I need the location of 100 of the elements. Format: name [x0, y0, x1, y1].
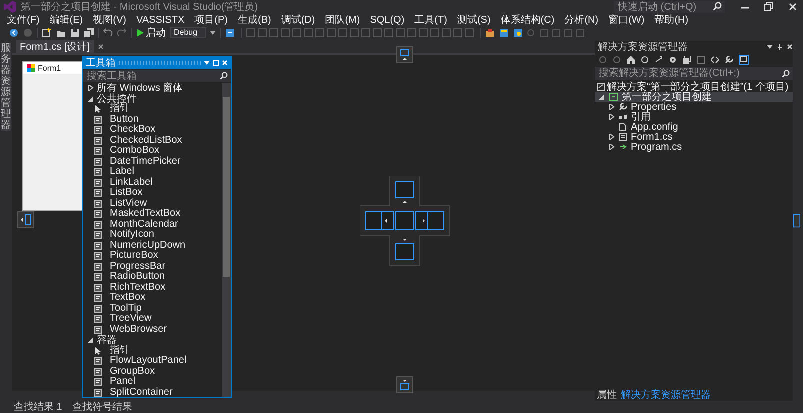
menu-item[interactable]: SQL(Q) [365, 14, 410, 26]
toolbox-item[interactable]: ComboBox [83, 146, 222, 156]
save-icon[interactable] [70, 28, 80, 38]
solution-node[interactable]: 解决方案“第一部分之项目创建”(1 个项目) [595, 82, 793, 92]
copy-icon[interactable] [683, 56, 691, 64]
pin-icon[interactable] [777, 44, 783, 50]
document-tab[interactable]: Form1.cs [设计] [16, 40, 94, 54]
wrench-icon [619, 103, 627, 111]
toolbox-item[interactable]: FlowLayoutPanel [83, 356, 222, 366]
toolbox-item[interactable]: CheckBox [83, 125, 222, 136]
collapsed-arrow-icon[interactable] [609, 104, 615, 110]
control-icon [94, 273, 102, 282]
tree-item[interactable]: 引用 [595, 112, 793, 122]
close-icon[interactable] [787, 44, 793, 50]
collapsed-arrow-icon[interactable] [609, 144, 615, 150]
search-icon [713, 2, 722, 11]
properties-icon[interactable] [499, 28, 509, 38]
collapsed-arrow-icon[interactable] [609, 134, 615, 140]
start-button[interactable]: 启动 [136, 26, 166, 40]
toolbox-item[interactable]: RadioButton [83, 272, 222, 282]
toolbox-item[interactable]: LinkLabel [83, 178, 222, 188]
toolbox-item[interactable]: WebBrowser [83, 324, 222, 335]
home-icon[interactable] [627, 56, 635, 64]
toolbox-item[interactable]: ListBox [83, 188, 222, 198]
dropdown-icon[interactable] [204, 60, 210, 66]
form-icon [27, 64, 35, 72]
toolbox-item[interactable]: NumericUpDown [83, 240, 222, 251]
toolbox-item[interactable]: GroupBox [83, 366, 222, 377]
wrench-icon[interactable] [725, 56, 733, 64]
menu-item[interactable]: VASSISTX [131, 14, 190, 26]
save-all-icon[interactable] [84, 28, 94, 38]
toolbox-item[interactable]: Label [83, 167, 222, 178]
show-all-files-icon[interactable] [697, 56, 705, 64]
tree-item[interactable]: Form1.cs [595, 132, 793, 142]
toolbox-item[interactable]: SplitContainer [83, 388, 222, 398]
tree-item[interactable]: Properties [595, 102, 793, 112]
panel-tab[interactable]: 解决方案资源管理器 [621, 388, 711, 402]
collapsed-arrow-icon[interactable] [88, 85, 94, 92]
panel-tab[interactable]: 属性 [597, 388, 617, 402]
configuration-dropdown[interactable]: Debug [170, 27, 206, 38]
panel-tab[interactable]: 查找符号结果 [72, 400, 132, 413]
solution-search-field[interactable]: 搜索解决方案资源管理器(Ctrl+;) [595, 67, 793, 80]
collapsed-arrow-icon[interactable] [609, 114, 615, 120]
toolbox-item[interactable]: Button [83, 114, 222, 125]
menu-item[interactable]: 体系结构(C) [496, 13, 560, 27]
close-icon[interactable] [98, 44, 104, 50]
expanded-arrow-icon[interactable] [88, 337, 94, 344]
redo-icon[interactable] [117, 28, 127, 38]
toolbox-item[interactable]: MonthCalendar [83, 220, 222, 230]
toolbox-item[interactable]: Panel [83, 377, 222, 388]
scroll-bar[interactable] [222, 83, 231, 397]
menu-item[interactable]: 项目(P) [190, 13, 233, 27]
toolbox-item[interactable]: RichTextBox [83, 282, 222, 293]
menu-item[interactable]: 编辑(E) [44, 13, 88, 27]
side-tab[interactable]: 服务器资源管理器 [1, 43, 11, 131]
menu-item[interactable]: 团队(M) [320, 13, 366, 27]
tree-item[interactable]: App.config [595, 122, 793, 132]
toolbox-category[interactable]: 公共控件 [83, 94, 222, 104]
menu-item[interactable]: 工具(T) [410, 13, 452, 27]
toolbox-item[interactable]: ProgressBar [83, 262, 222, 272]
find-icon[interactable] [225, 28, 237, 38]
toolbox-item[interactable]: NotifyIcon [83, 230, 222, 240]
toolbox-item[interactable]: TextBox [83, 293, 222, 304]
gear-icon[interactable] [669, 56, 677, 64]
expanded-arrow-icon[interactable] [88, 96, 94, 102]
code-icon[interactable] [711, 56, 719, 64]
toolbox-item[interactable]: MaskedTextBox [83, 209, 222, 220]
quick-launch-field[interactable]: 快速启动 (Ctrl+Q) [614, 1, 725, 13]
menu-item[interactable]: 生成(B) [232, 13, 276, 27]
toolbox-item[interactable]: ListView [83, 198, 222, 209]
dropdown-icon[interactable] [767, 44, 773, 50]
undo-icon[interactable] [103, 28, 113, 38]
new-project-icon[interactable] [42, 28, 52, 38]
toolbox-search-field[interactable]: 搜索工具箱 [83, 70, 231, 82]
expanded-arrow-icon[interactable] [599, 94, 605, 100]
menu-item[interactable]: 文件(F) [2, 13, 45, 27]
file-icon [619, 123, 627, 131]
tree-item[interactable]: Program.cs [595, 142, 793, 152]
menu-item[interactable]: 窗口(W) [604, 13, 650, 27]
preview-icon[interactable] [739, 55, 749, 65]
maximize-icon[interactable] [213, 60, 219, 66]
menu-item[interactable]: 视图(V) [88, 13, 132, 27]
object-browser-icon[interactable] [513, 28, 523, 38]
toolbox-icon[interactable] [485, 28, 495, 38]
menu-item[interactable]: 分析(N) [560, 13, 604, 27]
toolbox-category[interactable]: 容器 [83, 335, 222, 346]
toolbox-item[interactable]: ToolTip [83, 304, 222, 314]
toolbox-item[interactable]: TreeView [83, 314, 222, 324]
toolbox-item[interactable]: CheckedListBox [83, 136, 222, 146]
toolbox-item[interactable]: 指针 [83, 104, 222, 114]
menu-item[interactable]: 调试(D) [276, 13, 320, 27]
toolbox-item[interactable]: PictureBox [83, 251, 222, 262]
restore-icon[interactable] [764, 2, 774, 12]
menu-item[interactable]: 测试(S) [452, 13, 496, 27]
project-node[interactable]: 第一部分之项目创建 [595, 92, 793, 102]
toolbox-category[interactable]: 所有 Windows 窗体 [83, 83, 222, 94]
toolbox-item[interactable]: DateTimePicker [83, 156, 222, 167]
toolbox-item[interactable]: 指针 [83, 346, 222, 356]
panel-tab[interactable]: 查找结果 1 [14, 400, 62, 413]
menu-item[interactable]: 帮助(H) [650, 13, 694, 27]
